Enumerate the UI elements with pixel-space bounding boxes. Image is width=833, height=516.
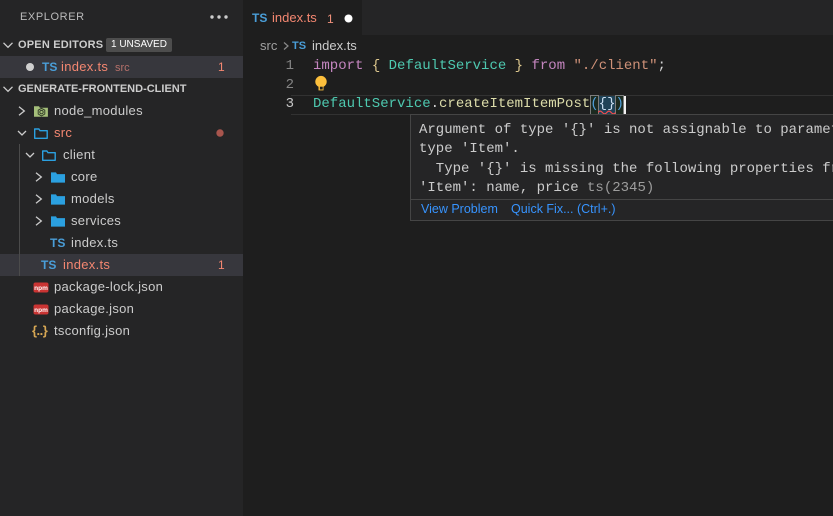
svg-text:npm: npm: [34, 307, 48, 314]
svg-text:npm: npm: [34, 285, 48, 292]
